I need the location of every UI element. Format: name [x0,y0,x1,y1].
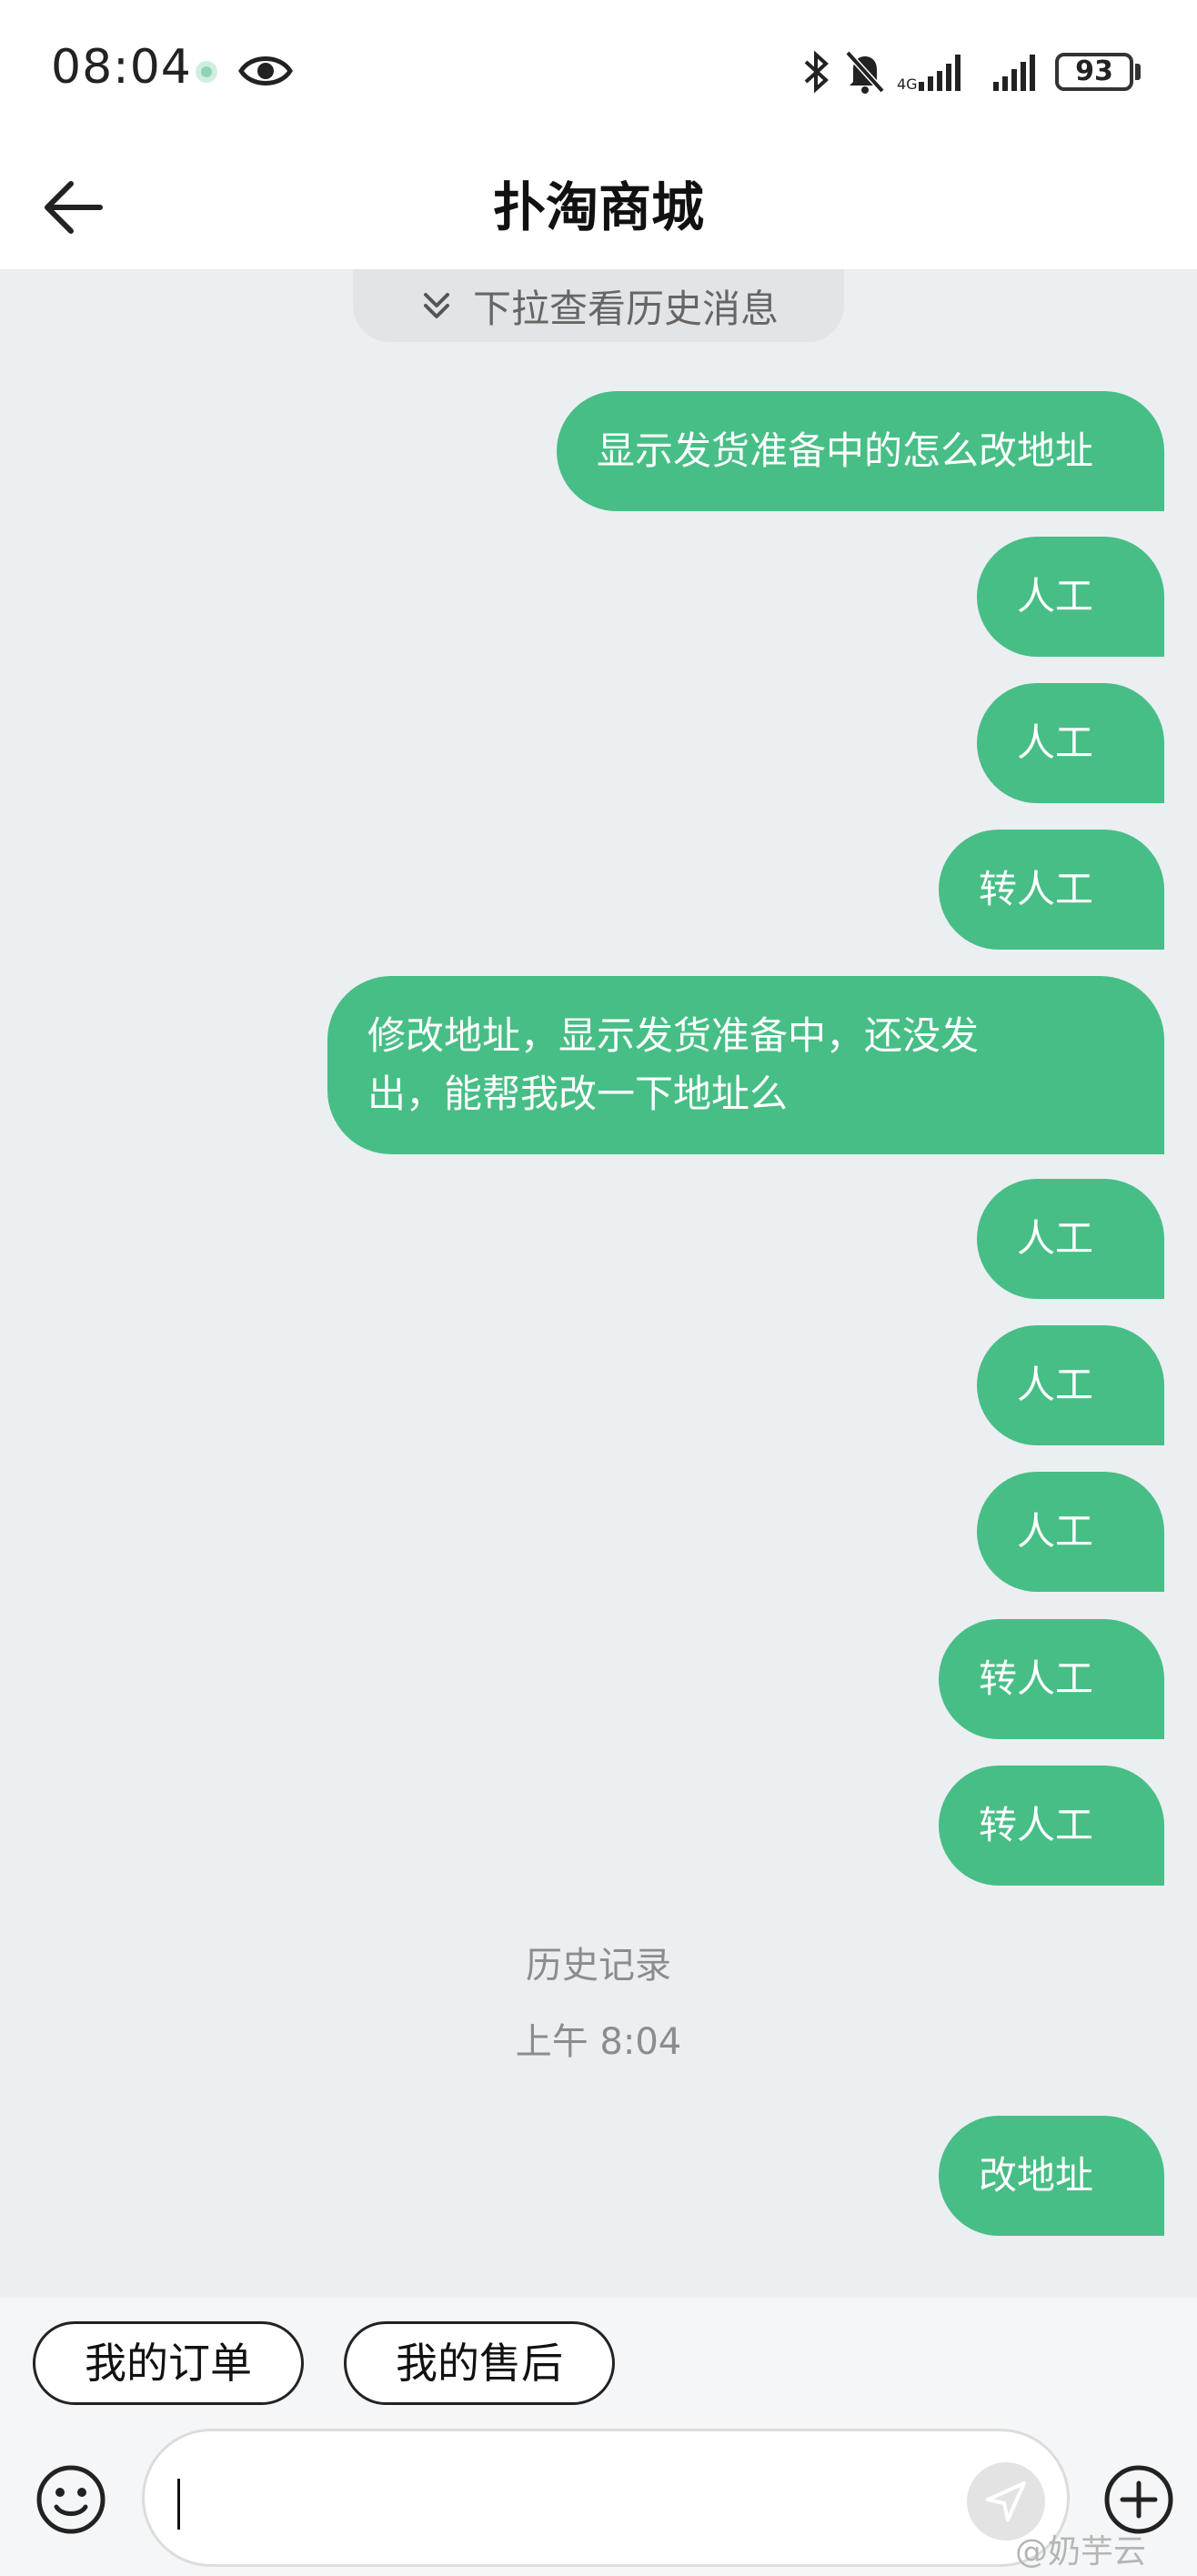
message-bubble[interactable]: 人工 [976,1472,1164,1592]
eye-icon [238,56,293,86]
signal-icon-2 [993,55,1035,91]
message-input[interactable] [142,2429,1070,2567]
battery-tip [1135,64,1141,80]
message-bubble[interactable]: 修改地址，显示发货准备中，还没发 出，能帮我改一下地址么 [327,976,1164,1154]
status-bar: 08:04 4G 93 [0,0,1197,146]
load-history-label: 下拉查看历史消息 [472,286,779,331]
message-timestamp: 上午 8:04 [515,2021,682,2063]
my-aftersales-chip[interactable]: 我的售后 [344,2321,615,2405]
message-bubble[interactable]: 转人工 [938,1619,1164,1739]
send-arrow-icon [986,2481,1026,2521]
battery-icon: 93 [1055,53,1133,91]
message-bubble[interactable]: 显示发货准备中的怎么改地址 [556,391,1164,511]
double-chevron-down-icon [423,293,449,318]
signal-icon: 4G [897,55,961,93]
message-bubble[interactable]: 人工 [976,683,1164,803]
history-divider-label: 历史记录 [526,1945,671,1987]
message-bubble[interactable]: 人工 [976,1325,1164,1445]
smiley-icon[interactable] [35,2463,107,2536]
app-notification-icon [196,61,217,83]
chat-header: 扑淘商城 [0,146,1197,269]
load-history-button[interactable]: 下拉查看历史消息 [353,269,844,342]
muted-bell-icon [845,50,885,94]
message-bubble[interactable]: 转人工 [938,830,1164,950]
my-orders-chip[interactable]: 我的订单 [33,2321,304,2405]
status-time: 08:04 [51,40,192,95]
text-caret [177,2479,180,2530]
watermark: @奶芋云 [1015,2533,1147,2571]
svg-text:4G: 4G [897,75,918,93]
message-bubble[interactable]: 改地址 [938,2116,1164,2236]
message-bubble[interactable]: 人工 [976,1179,1164,1299]
page-title: 扑淘商城 [492,176,704,238]
message-bubble[interactable]: 人工 [976,537,1164,657]
message-bubble[interactable]: 转人工 [938,1766,1164,1886]
bluetooth-icon [804,50,829,94]
